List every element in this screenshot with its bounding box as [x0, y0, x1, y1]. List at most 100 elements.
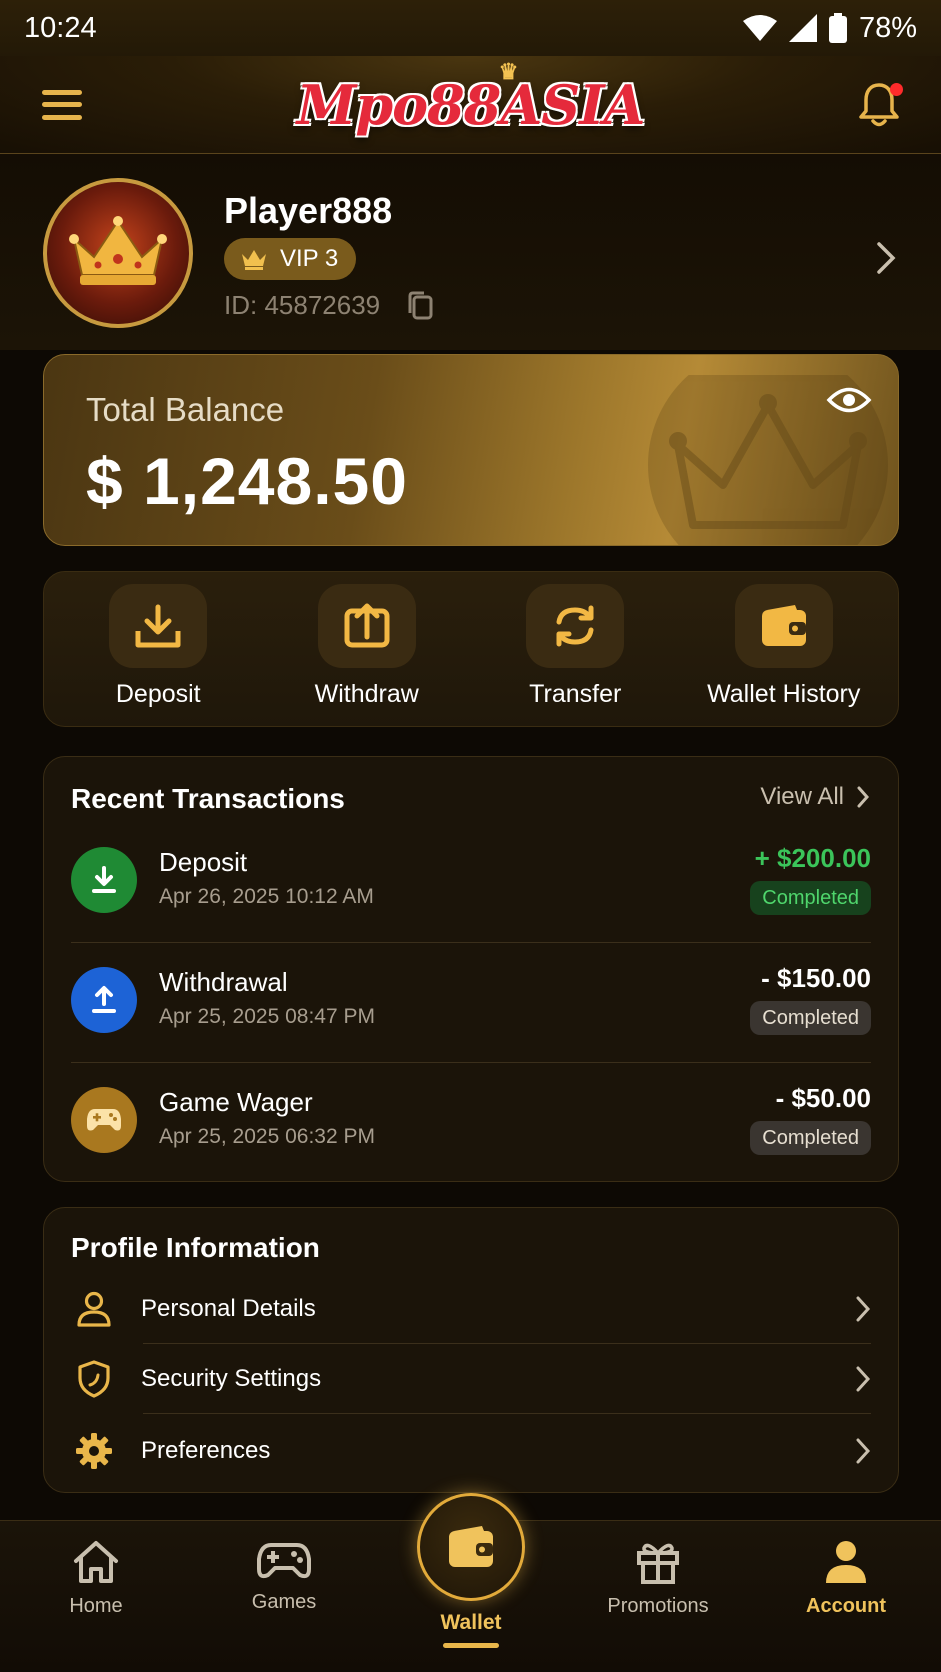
balance-card: Total Balance $ 1,248.50 [43, 354, 899, 546]
nav-account[interactable]: Account [771, 1539, 921, 1618]
wallet-icon [449, 1526, 493, 1567]
menu-icon-bar [42, 114, 82, 120]
account-icon [826, 1541, 866, 1583]
menu-button[interactable] [40, 87, 84, 123]
section-title: Profile Information [71, 1232, 320, 1263]
battery-percent: 78% [858, 11, 917, 44]
transfer-icon [556, 605, 594, 647]
transfer-button[interactable]: Transfer [475, 584, 675, 726]
icon-wrap [71, 1432, 117, 1470]
menu-label: Security Settings [141, 1365, 322, 1392]
gift-icon [637, 1543, 679, 1584]
tx-amount: + $200.00 [754, 843, 871, 873]
menu-item-security-settings[interactable]: Security Settings [71, 1344, 871, 1414]
home-icon [74, 1541, 118, 1583]
status-icons: 78% [742, 11, 917, 45]
action-icon-box [734, 584, 833, 668]
action-label: Wallet History [707, 680, 861, 708]
menu-label: Personal Details [141, 1295, 316, 1322]
transaction-row[interactable]: Game Wager Apr 25, 2025 06:32 PM - $50.0… [71, 1065, 871, 1183]
deposit-tx-icon [71, 847, 137, 913]
status-badge: Completed [750, 1121, 871, 1155]
game-wager-tx-icon [71, 1087, 137, 1153]
menu-label: Preferences [141, 1437, 271, 1464]
notification-button[interactable] [857, 81, 903, 129]
status-bar: 10:24 78% [0, 0, 941, 56]
tx-title: Game Wager [159, 1087, 313, 1117]
tx-title: Deposit [159, 847, 248, 877]
menu-icon-bar [42, 89, 82, 95]
chevron-right-icon [856, 1296, 871, 1322]
transaction-row[interactable]: Withdrawal Apr 25, 2025 08:47 PM - $150.… [71, 945, 871, 1063]
action-label: Withdraw [314, 680, 419, 708]
app-header: Mpo88ASIA ♛ [0, 56, 941, 154]
logo-text: Mpo88ASIA [296, 72, 646, 137]
eye-icon[interactable] [826, 385, 872, 415]
nav-games[interactable]: Games [209, 1539, 359, 1614]
user-id: ID: 45872639 [224, 290, 381, 320]
status-badge: Completed [750, 1001, 871, 1035]
brand-logo[interactable]: Mpo88ASIA ♛ [296, 59, 646, 137]
view-all-link[interactable]: View All [760, 783, 870, 811]
vip-crown-icon [242, 250, 266, 270]
nav-label: Home [69, 1595, 123, 1617]
wallet-history-button[interactable]: Wallet History [684, 584, 884, 726]
chevron-right-icon [856, 1366, 871, 1392]
profile-summary[interactable]: Player888 VIP 3 ID: 45872639 [0, 154, 941, 350]
download-icon [135, 604, 181, 648]
upload-icon [92, 986, 116, 1013]
deposit-button[interactable]: Deposit [58, 584, 258, 726]
nav-promotions[interactable]: Promotions [583, 1539, 733, 1618]
transaction-row[interactable]: Deposit Apr 26, 2025 10:12 AM + $200.00 … [71, 825, 871, 943]
balance-value: $ 1,248.50 [86, 444, 408, 518]
profile-information-card: Profile Information Personal Details Sec… [43, 1207, 899, 1493]
chevron-right-icon[interactable] [875, 240, 897, 276]
withdraw-button[interactable]: Withdraw [267, 584, 467, 726]
battery-icon [828, 13, 847, 43]
nav-label: Promotions [607, 1595, 709, 1617]
action-label: Transfer [529, 680, 622, 708]
crown-icon [69, 216, 167, 285]
gamepad-icon [257, 1543, 311, 1579]
nav-label: Games [251, 1591, 317, 1613]
bottom-navigation: Home Games Wallet Promotions Account [0, 1493, 941, 1672]
username: Player888 [224, 190, 393, 231]
user-icon [77, 1291, 111, 1327]
notification-dot [890, 82, 903, 96]
chevron-right-icon [857, 786, 870, 808]
nav-home[interactable]: Home [21, 1539, 171, 1618]
tx-date: Apr 26, 2025 10:12 AM [159, 885, 374, 908]
tx-title: Withdrawal [159, 967, 288, 997]
icon-wrap [71, 1291, 117, 1327]
icon-wrap [71, 1360, 117, 1398]
action-label: Deposit [115, 680, 201, 708]
user-id-row: ID: 45872639 [224, 290, 434, 321]
action-icon-box [317, 584, 416, 668]
nav-label: Account [806, 1595, 886, 1617]
download-icon [92, 866, 116, 893]
status-time: 10:24 [24, 11, 97, 44]
status-badge: Completed [750, 881, 871, 915]
wifi-icon [742, 15, 777, 41]
nav-wallet-label[interactable]: Wallet [417, 1611, 525, 1635]
signal-icon [788, 14, 817, 42]
menu-item-preferences[interactable]: Preferences [71, 1416, 871, 1486]
section-title: Recent Transactions [71, 783, 345, 814]
vip-level: VIP 3 [280, 245, 339, 272]
menu-item-personal-details[interactable]: Personal Details [71, 1274, 871, 1344]
tx-amount: - $50.00 [775, 1083, 871, 1113]
balance-label: Total Balance [86, 391, 285, 428]
view-all-label: View All [760, 783, 844, 810]
tx-amount: - $150.00 [761, 963, 871, 993]
copy-icon[interactable] [406, 291, 434, 321]
logo-crown-icon: ♛ [498, 58, 519, 85]
vip-badge: VIP 3 [224, 238, 357, 280]
gamepad-icon [87, 1109, 121, 1131]
tx-date: Apr 25, 2025 06:32 PM [159, 1125, 375, 1148]
nav-wallet[interactable] [417, 1493, 525, 1601]
upload-icon [344, 603, 390, 648]
wallet-icon [761, 605, 806, 646]
chevron-right-icon [856, 1438, 871, 1464]
avatar[interactable] [43, 178, 193, 328]
quick-actions: Deposit Withdraw Transfer Wallet History [43, 571, 899, 727]
